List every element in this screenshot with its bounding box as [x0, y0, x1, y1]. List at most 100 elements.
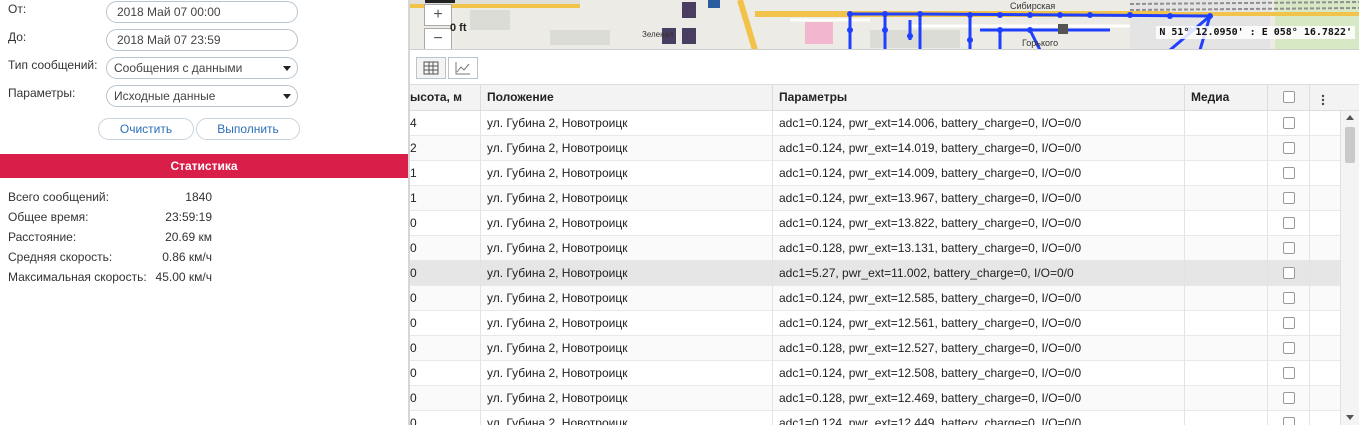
cell-params: adc1=0.128, pwr_ext=12.527, battery_char… — [773, 336, 1185, 361]
table-row[interactable]: 0 ул. Губина 2, Новотроицк adc1=0.124, pwr… — [410, 286, 1340, 311]
scrollbar-thumb[interactable] — [1345, 127, 1355, 163]
table-row[interactable]: 0 ул. Губина 2, Новотроицк adc1=0.124, pwr… — [410, 361, 1340, 386]
cell-altitude: 0 — [410, 386, 481, 411]
table-row[interactable]: 2 ул. Губина 2, Новотроицк adc1=0.124, pwr… — [410, 136, 1340, 161]
stat-row: Расстояние: 20.69 км — [8, 230, 218, 248]
cell-altitude: 1 — [410, 161, 481, 186]
cell-select — [1268, 311, 1310, 336]
table-row[interactable]: 0 ул. Губина 2, Новотроицк adc1=0.128, pwr… — [410, 386, 1340, 411]
table-row[interactable]: 1 ул. Губина 2, Новотроицк adc1=0.124, pwr… — [410, 161, 1340, 186]
row-checkbox[interactable] — [1283, 117, 1295, 129]
stat-label: Средняя скорость: — [8, 250, 113, 264]
params-select[interactable]: Исходные данные — [106, 85, 298, 107]
cell-altitude: 0 — [410, 286, 481, 311]
params-label: Параметры: — [8, 86, 76, 100]
stat-label: Общее время: — [8, 210, 89, 224]
stat-label: Всего сообщений: — [8, 190, 109, 204]
chart-view-icon — [455, 62, 470, 75]
scroll-down-icon[interactable] — [1346, 415, 1354, 420]
view-toolbar — [410, 52, 1359, 85]
table-row[interactable]: 0 ул. Губина 2, Новотроицк adc1=0.124, pwr… — [410, 411, 1340, 425]
cell-altitude: 1 — [410, 186, 481, 211]
from-row: От: 2018 Май 07 00:00 — [0, 0, 408, 24]
row-checkbox[interactable] — [1283, 367, 1295, 379]
cell-altitude: 0 — [410, 261, 481, 286]
row-checkbox[interactable] — [1283, 417, 1295, 425]
select-all-checkbox[interactable] — [1283, 91, 1295, 103]
scroll-up-icon[interactable] — [1346, 115, 1354, 120]
table-row[interactable]: 0 ул. Губина 2, Новотроицк adc1=0.128, pwr… — [410, 236, 1340, 261]
row-checkbox[interactable] — [1283, 217, 1295, 229]
row-checkbox[interactable] — [1283, 142, 1295, 154]
cell-media — [1185, 386, 1268, 411]
cell-params: adc1=5.27, pwr_ext=11.002, battery_charg… — [773, 261, 1185, 286]
cell-params: adc1=0.124, pwr_ext=14.006, battery_char… — [773, 111, 1185, 136]
from-label: От: — [8, 2, 27, 16]
table-view-icon — [423, 61, 439, 75]
cell-select — [1268, 386, 1310, 411]
cell-position: ул. Губина 2, Новотроицк — [481, 236, 773, 261]
row-checkbox[interactable] — [1283, 192, 1295, 204]
map-scale-label: 0 ft — [450, 22, 467, 34]
cell-select — [1268, 411, 1310, 425]
map-coordinates: N 51° 12.0950' : E 058° 16.7822' — [1156, 26, 1355, 39]
cell-params: adc1=0.124, pwr_ext=12.449, battery_char… — [773, 411, 1185, 425]
table-row[interactable]: 4 ул. Губина 2, Новотроицк adc1=0.124, pwr… — [410, 111, 1340, 136]
stat-value: 0.86 км/ч — [162, 250, 212, 264]
column-menu-icon — [1321, 94, 1325, 106]
map-street-label: Зеленая — [642, 30, 674, 39]
cell-altitude: 0 — [410, 236, 481, 261]
clear-button[interactable]: Очистить — [98, 118, 194, 140]
cell-position: ул. Губина 2, Новотроицк — [481, 261, 773, 286]
row-checkbox[interactable] — [1283, 342, 1295, 354]
stat-row: Максимальная скорость: 45.00 км/ч — [8, 270, 218, 288]
cell-params: adc1=0.124, pwr_ext=14.009, battery_char… — [773, 161, 1185, 186]
stat-value: 45.00 км/ч — [155, 270, 212, 284]
stat-row: Всего сообщений: 1840 — [8, 190, 218, 208]
column-altitude[interactable]: ысота, м — [410, 85, 481, 111]
column-menu[interactable] — [1310, 85, 1340, 111]
from-date-input[interactable]: 2018 Май 07 00:00 — [106, 1, 298, 23]
column-params[interactable]: Параметры — [773, 85, 1185, 111]
table-row[interactable]: 0 ул. Губина 2, Новотроицк adc1=5.27, pwr_… — [410, 261, 1340, 286]
zoom-out-button[interactable]: − — [424, 28, 452, 49]
cell-select — [1268, 186, 1310, 211]
cell-position: ул. Губина 2, Новотроицк — [481, 361, 773, 386]
msg-type-label: Тип сообщений: — [8, 58, 98, 72]
table-scrollbar[interactable] — [1340, 111, 1359, 425]
table-header: ысота, м Положение Параметры Медиа — [410, 85, 1359, 111]
chart-view-button[interactable] — [448, 57, 478, 79]
row-checkbox[interactable] — [1283, 167, 1295, 179]
table-row[interactable]: 0 ул. Губина 2, Новотроицк adc1=0.124, pwr… — [410, 311, 1340, 336]
cell-media — [1185, 111, 1268, 136]
column-position[interactable]: Положение — [481, 85, 773, 111]
stat-label: Максимальная скорость: — [8, 270, 147, 284]
cell-select — [1268, 336, 1310, 361]
to-date-input[interactable]: 2018 Май 07 23:59 — [106, 29, 298, 51]
params-row: Параметры: Исходные данные — [0, 84, 408, 108]
table-row[interactable]: 0 ул. Губина 2, Новотроицк adc1=0.124, pwr… — [410, 211, 1340, 236]
column-select-all — [1268, 85, 1310, 111]
row-checkbox[interactable] — [1283, 267, 1295, 279]
table-view-button[interactable] — [416, 57, 446, 79]
row-checkbox[interactable] — [1283, 242, 1295, 254]
msg-type-select[interactable]: Сообщения с данными — [106, 57, 298, 79]
cell-position: ул. Губина 2, Новотроицк — [481, 411, 773, 425]
map-view[interactable]: + − 0 ft Сибирская Зеленая Горького N 51… — [410, 0, 1359, 50]
cell-params: adc1=0.124, pwr_ext=12.585, battery_char… — [773, 286, 1185, 311]
cell-altitude: 2 — [410, 136, 481, 161]
table-row[interactable]: 1 ул. Губина 2, Новотроицк adc1=0.124, pwr… — [410, 186, 1340, 211]
map-street-label: Сибирская — [1010, 1, 1056, 11]
row-checkbox[interactable] — [1283, 392, 1295, 404]
messages-table: ысота, м Положение Параметры Медиа 4 ул. … — [410, 85, 1359, 425]
column-media[interactable]: Медиа — [1185, 85, 1268, 111]
row-checkbox[interactable] — [1283, 292, 1295, 304]
params-value: Исходные данные — [114, 89, 216, 103]
table-row[interactable]: 0 ул. Губина 2, Новотроицк adc1=0.128, pwr… — [410, 336, 1340, 361]
run-button[interactable]: Выполнить — [196, 118, 300, 140]
zoom-in-button[interactable]: + — [424, 4, 452, 26]
row-checkbox[interactable] — [1283, 317, 1295, 329]
cell-media — [1185, 211, 1268, 236]
msg-type-row: Тип сообщений: Сообщения с данными — [0, 56, 408, 80]
cell-position: ул. Губина 2, Новотроицк — [481, 136, 773, 161]
